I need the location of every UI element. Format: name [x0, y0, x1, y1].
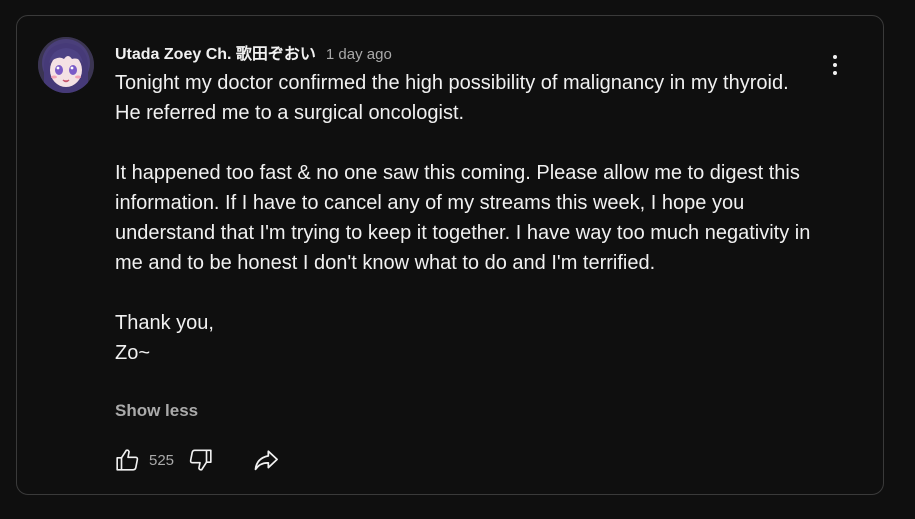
comment-body: Tonight my doctor confirmed the high pos… [115, 68, 815, 368]
share-arrow-icon [254, 450, 278, 471]
comment-actions: 525 [112, 444, 282, 476]
like-count: 525 [149, 451, 175, 469]
more-options-button[interactable] [821, 49, 849, 81]
author-name[interactable]: Utada Zoey Ch. 歌田ぞおい [115, 40, 316, 64]
more-vertical-icon-dot [833, 71, 837, 75]
thumbs-up-icon [116, 449, 139, 471]
dislike-button[interactable] [184, 444, 216, 476]
avatar[interactable] [38, 37, 94, 93]
more-vertical-icon-dot [833, 63, 837, 67]
comment-signoff-line: Zo~ [115, 342, 151, 364]
avatar-image [38, 37, 94, 93]
comment-card: Utada Zoey Ch. 歌田ぞおい 1 day ago Tonight m… [16, 15, 884, 495]
like-button[interactable] [112, 444, 144, 476]
thumbs-down-icon [189, 449, 212, 471]
comment-signoff-line: Thank you, [115, 312, 214, 334]
comment-header: Utada Zoey Ch. 歌田ぞおい 1 day ago [115, 40, 392, 64]
comment-paragraph: Tonight my doctor confirmed the high pos… [115, 72, 789, 124]
show-less-button[interactable]: Show less [115, 401, 198, 421]
share-button[interactable] [250, 444, 282, 476]
comment-timestamp[interactable]: 1 day ago [326, 46, 392, 63]
comment-paragraph: It happened too fast & no one saw this c… [115, 162, 811, 274]
more-vertical-icon [833, 55, 837, 59]
